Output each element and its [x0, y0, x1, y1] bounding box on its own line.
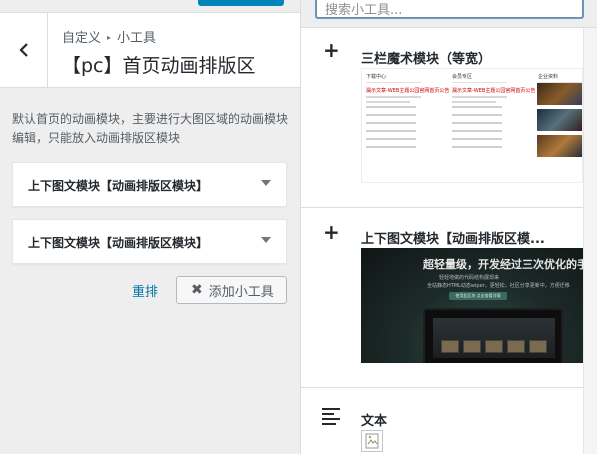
search-bar: 搜索小工具... — [301, 0, 597, 28]
preview-column: 会员专区 漏示文章-WEB主题公园官网首页公告 — [452, 73, 536, 154]
preview-column-header: 下载中心 — [366, 73, 421, 83]
close-icon: ✖ — [191, 282, 203, 298]
breadcrumb-parent: 自定义 — [62, 31, 102, 46]
widget-preview-image: 下载中心 漏示文章-WEB主题公园官网首页公告 会员专区 漏示文章-WEB主题公… — [361, 68, 583, 183]
area-widget[interactable]: 上下图文模块【动画排版区模块】 — [12, 219, 287, 264]
preview-headline: 漏示文章-WEB主题公园官网首页公告 — [452, 88, 536, 94]
available-widgets-list: + 三栏魔术模块（等宽） 下载中心 漏示文章-WEB主题公园官网首页公告 会员专… — [301, 28, 584, 454]
preview-button: 使用此区块 点击查看详情 — [449, 292, 507, 300]
available-widget-title: 三栏魔术模块（等宽） — [361, 52, 492, 67]
preview-headline: 超轻量级，开发经过三次优化的手写代码 — [423, 258, 583, 271]
customizer-top-strip — [0, 0, 300, 12]
add-widget-button[interactable]: ✖ 添加小工具 — [176, 276, 287, 304]
available-widget-title: 上下图文模块【动画排版区模... — [361, 232, 545, 247]
available-widget-title: 文本 — [361, 414, 388, 429]
caret-down-icon[interactable] — [261, 237, 271, 243]
broken-image-icon — [361, 430, 383, 452]
caret-down-icon[interactable] — [261, 180, 271, 186]
preview-subline: 全站静态HTML动态wiper，更轻松，社区分享更新中，方便迁移 — [427, 283, 570, 289]
available-widget-item[interactable]: 文本 — [301, 388, 584, 454]
plus-icon: + — [323, 38, 340, 62]
back-button[interactable] — [0, 13, 48, 87]
preview-thumbnails — [537, 83, 582, 161]
available-widgets-panel: 搜索小工具... + 三栏魔术模块（等宽） 下载中心 漏示文章-WEB主题公园官… — [300, 0, 597, 454]
widget-title: 上下图文模块【动画排版区模块】 — [28, 179, 209, 193]
preview-monitor — [423, 308, 563, 363]
page-title: 【pc】首页动画排版区 — [62, 55, 256, 77]
available-widget-item[interactable]: + 三栏魔术模块（等宽） 下载中心 漏示文章-WEB主题公园官网首页公告 会员专… — [301, 28, 584, 208]
widget-title: 上下图文模块【动画排版区模块】 — [28, 236, 209, 250]
available-widget-item[interactable]: + 上下图文模块【动画排版区模... 超轻量级，开发经过三次优化的手写代码 轻轻… — [301, 208, 584, 388]
preview-column: 下载中心 漏示文章-WEB主题公园官网首页公告 — [366, 73, 450, 154]
widget-preview-image: 超轻量级，开发经过三次优化的手写代码 轻轻地做的代码结构展现来 全站静态HTML… — [361, 248, 583, 363]
widget-search-input[interactable]: 搜索小工具... — [316, 0, 583, 18]
breadcrumb-separator-icon: ▸ — [107, 33, 112, 42]
customizer-sidebar: 自定义 ▸ 小工具 【pc】首页动画排版区 默认首页的动画模块，主要进行大图区域的动… — [0, 0, 300, 454]
add-widget-label: 添加小工具 — [208, 284, 274, 300]
scrollbar-thumb[interactable] — [587, 38, 594, 438]
section-description: 默认首页的动画模块，主要进行大图区域的动画模块编辑，只能放入动画排版区模块 — [12, 112, 289, 145]
reorder-link[interactable]: 重排 — [132, 281, 158, 300]
preview-column-header: 会员专区 — [452, 73, 507, 83]
preview-column-header: 企业资料 — [538, 73, 582, 83]
plus-icon: + — [323, 220, 340, 244]
preview-subline: 轻轻地做的代码结构展现来 — [439, 275, 500, 281]
section-header: 自定义 ▸ 小工具 【pc】首页动画排版区 — [0, 12, 300, 88]
chevron-left-icon — [18, 43, 28, 57]
area-widget[interactable]: 上下图文模块【动画排版区模块】 — [12, 162, 287, 207]
text-lines-icon — [322, 408, 340, 428]
breadcrumb-current: 小工具 — [117, 31, 157, 46]
preview-headline: 漏示文章-WEB主题公园官网首页公告 — [366, 88, 450, 94]
publish-button[interactable] — [198, 0, 284, 6]
breadcrumb: 自定义 ▸ 小工具 — [62, 27, 156, 46]
scrollbar[interactable] — [583, 28, 597, 454]
